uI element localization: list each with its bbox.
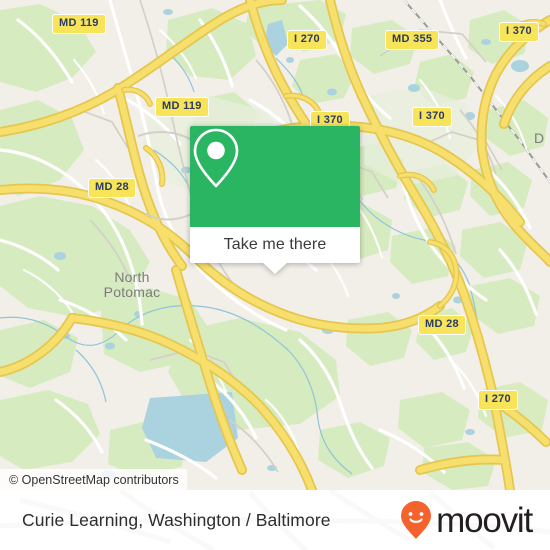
road-shield-md28-w: MD 28 <box>88 178 136 198</box>
osm-attribution-text: © OpenStreetMap contributors <box>9 472 179 487</box>
road-shield-md28-e: MD 28 <box>418 315 466 335</box>
map-canvas[interactable]: MD 119 I 270 MD 355 I 370 MD 119 I 370 I… <box>0 0 550 490</box>
place-label-north-potomac: North Potomac <box>103 269 161 300</box>
road-shield-i270-n: I 270 <box>287 30 327 50</box>
popup-footer[interactable]: Take me there <box>190 227 360 263</box>
road-shield-md119-w: MD 119 <box>155 97 209 117</box>
location-popup-card[interactable]: Take me there <box>190 126 360 274</box>
road-shield-md119-nw: MD 119 <box>52 14 106 34</box>
screenshot-root: MD 119 I 270 MD 355 I 370 MD 119 I 370 I… <box>0 0 550 550</box>
popup-pointer-tail <box>262 262 288 274</box>
popup-header <box>190 126 360 227</box>
place-label-derwood: D <box>534 130 545 146</box>
footer-bar: Curie Learning, Washington / Baltimore m… <box>0 490 550 550</box>
road-shield-md355: MD 355 <box>385 30 440 50</box>
map-pin-icon <box>193 128 239 188</box>
take-me-there-label: Take me there <box>223 236 327 253</box>
road-shield-i370-ne: I 370 <box>499 22 539 42</box>
osm-attribution[interactable]: © OpenStreetMap contributors <box>0 469 187 490</box>
moovit-smiley-pin-icon <box>401 501 432 539</box>
road-shield-i270-s: I 270 <box>478 390 518 410</box>
location-title: Curie Learning, Washington / Baltimore <box>22 509 331 530</box>
moovit-wordmark: moovit <box>436 500 533 540</box>
road-shield-i370-e: I 370 <box>412 107 452 127</box>
moovit-logo[interactable]: moovit <box>400 500 533 540</box>
